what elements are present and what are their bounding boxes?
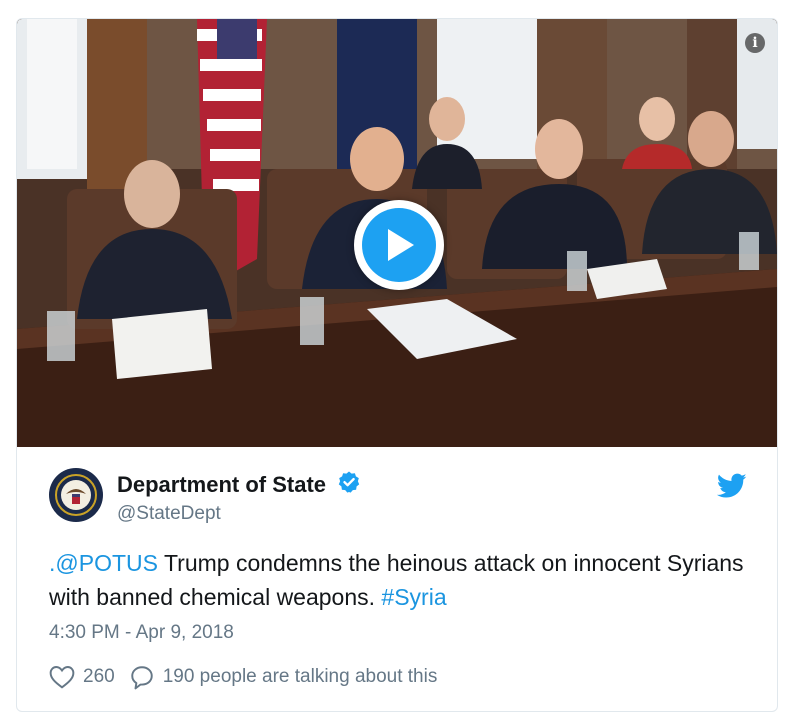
video-thumbnail[interactable]: i (17, 19, 777, 447)
play-icon (388, 229, 414, 261)
info-icon[interactable]: i (745, 33, 765, 53)
like-count: 260 (83, 666, 115, 687)
author-display-name[interactable]: Department of State (117, 472, 326, 498)
tweet-card[interactable]: i Department of State @StateDept .@POTUS… (16, 18, 778, 712)
tweet-actions: 260 190 people are talking about this (49, 664, 437, 690)
author-handle[interactable]: @StateDept (117, 503, 361, 525)
reply-conversation-link[interactable]: 190 people are talking about this (129, 664, 438, 690)
heart-icon (49, 666, 75, 689)
hashtag-link[interactable]: #Syria (381, 584, 446, 610)
tweet-timestamp[interactable]: 4:30 PM - Apr 9, 2018 (49, 622, 234, 644)
speech-bubble-icon (130, 666, 153, 690)
play-button[interactable] (354, 200, 444, 290)
verified-badge-icon (337, 470, 361, 499)
info-glyph: i (752, 35, 758, 51)
twitter-bird-icon[interactable] (716, 473, 747, 504)
conversation-count-label: 190 people are talking about this (162, 666, 438, 687)
department-seal-icon[interactable] (49, 468, 103, 522)
like-button[interactable]: 260 (49, 665, 115, 689)
mention-link[interactable]: .@POTUS (49, 550, 158, 576)
tweet-text: .@POTUS Trump condemns the heinous attac… (49, 546, 749, 614)
